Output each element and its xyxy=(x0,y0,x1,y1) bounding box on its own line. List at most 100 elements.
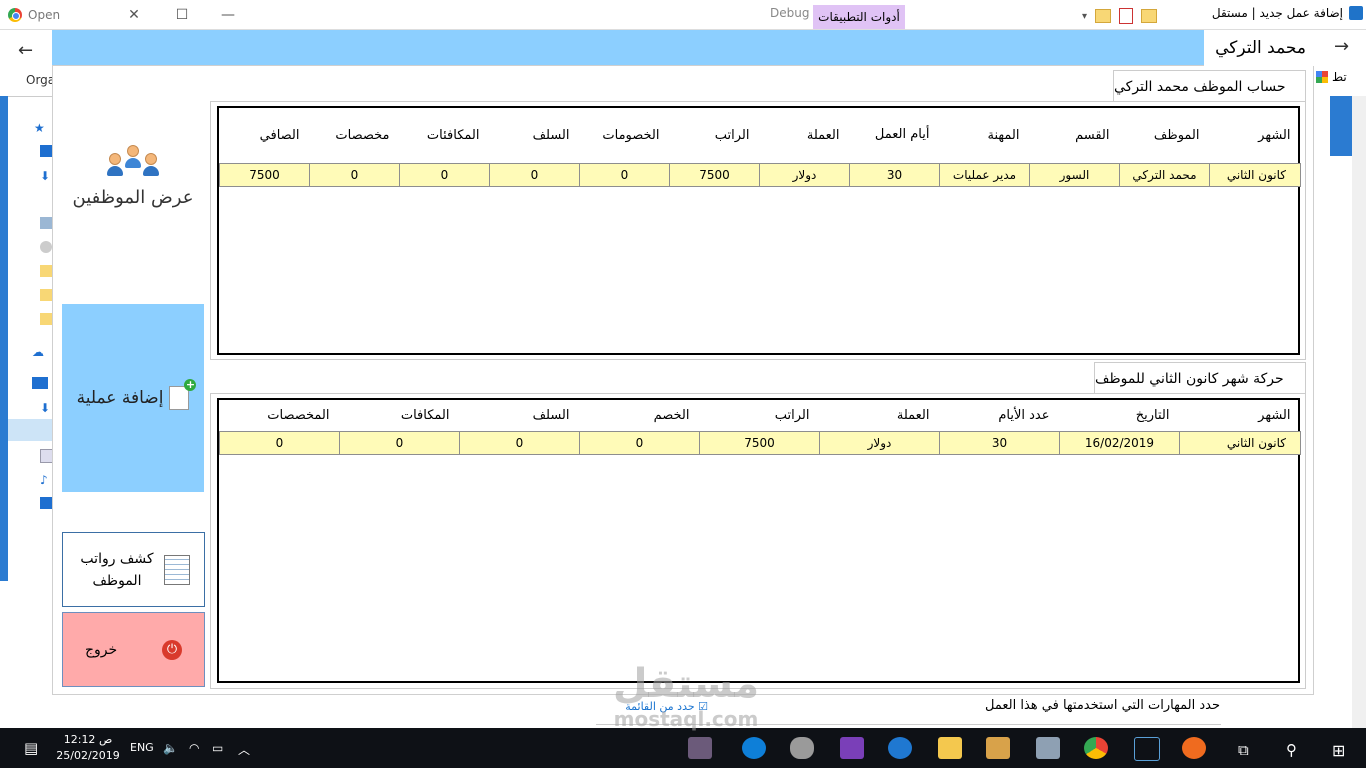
volume-icon[interactable]: 🔈 xyxy=(163,741,178,755)
close-icon[interactable]: ✕ xyxy=(122,4,146,26)
cell-currency[interactable]: دولار xyxy=(759,162,850,187)
edge-icon[interactable] xyxy=(888,737,912,759)
power-icon: ⏻ xyxy=(162,639,182,660)
minimize-icon[interactable]: — xyxy=(216,4,240,26)
col-deduction[interactable]: الخصم xyxy=(580,400,700,431)
cell-work-days[interactable]: 30 xyxy=(849,162,940,187)
col-rewards[interactable]: المكافات xyxy=(340,400,460,431)
forward-arrow-icon[interactable]: → xyxy=(1334,36,1349,57)
checklist-icon[interactable] xyxy=(1119,8,1134,24)
cell-currency[interactable]: دولار xyxy=(819,430,940,455)
cell-month[interactable]: كانون الثاني xyxy=(1179,430,1301,455)
cell-salary[interactable]: 7500 xyxy=(699,430,820,455)
cell-department[interactable]: السور xyxy=(1029,162,1120,187)
video-icon[interactable] xyxy=(40,497,52,509)
col-profession[interactable]: المهنة xyxy=(940,108,1030,163)
col-allowances[interactable]: المخصصات xyxy=(220,400,340,431)
cloud-icon[interactable]: ☁ xyxy=(32,345,44,359)
cell-net[interactable]: 7500 xyxy=(219,162,310,187)
cell-bonuses[interactable]: 0 xyxy=(399,162,490,187)
disk-icon[interactable] xyxy=(40,241,52,253)
col-date[interactable]: التاريخ xyxy=(1060,400,1180,431)
col-net[interactable]: الصافي xyxy=(220,108,310,163)
cell-allowances[interactable]: 0 xyxy=(309,162,400,187)
wifi-icon[interactable]: ◠ xyxy=(189,741,199,755)
table-row[interactable]: كانون الثاني محمد التركي السور مدير عملي… xyxy=(219,162,1301,187)
col-work-days[interactable]: أيام العمل xyxy=(850,108,940,163)
download-icon[interactable]: ⬇ xyxy=(40,169,52,183)
search-icon[interactable]: ⚲ xyxy=(1286,741,1297,759)
folder-icon[interactable] xyxy=(1141,9,1158,23)
folder-icon[interactable] xyxy=(40,313,52,325)
col-salary[interactable]: الراتب xyxy=(700,400,820,431)
account-grid[interactable]: الشهر الموظف القسم المهنة أيام العمل الع… xyxy=(217,106,1301,355)
col-bonuses[interactable]: المكافئات xyxy=(400,108,490,163)
app-tools-tab[interactable]: أدوات التطبيقات xyxy=(813,5,905,29)
col-allowances[interactable]: مخصصات xyxy=(310,108,400,163)
windows-start-icon[interactable]: ⊞ xyxy=(1332,741,1345,760)
language-indicator[interactable]: ENG xyxy=(130,741,154,754)
show-employees-button[interactable]: عرض الموظفين xyxy=(62,145,204,265)
col-currency[interactable]: العملة xyxy=(820,400,940,431)
cell-salary[interactable]: 7500 xyxy=(669,162,760,187)
file-explorer-icon[interactable] xyxy=(938,737,962,759)
database-icon[interactable] xyxy=(790,737,814,759)
cell-days-count[interactable]: 30 xyxy=(939,430,1060,455)
col-days-count[interactable]: عدد الأيام xyxy=(940,400,1060,431)
notifications-icon[interactable]: ▤ xyxy=(24,739,38,757)
nav-selected-row[interactable] xyxy=(8,419,54,441)
col-advances[interactable]: السلف xyxy=(490,108,580,163)
visual-studio-icon[interactable] xyxy=(840,737,864,759)
star-icon[interactable]: ★ xyxy=(34,121,46,135)
clock[interactable]: 12:12 ص 25/02/2019 xyxy=(54,732,122,764)
cell-advances[interactable]: 0 xyxy=(489,162,580,187)
col-salary[interactable]: الراتب xyxy=(670,108,760,163)
cell-profession[interactable]: مدير عمليات xyxy=(939,162,1030,187)
folder-icon[interactable] xyxy=(40,289,52,301)
movement-panel-title: حركة شهر كانون الثاني للموظف xyxy=(1094,362,1306,394)
firefox-icon[interactable] xyxy=(1182,737,1206,759)
exit-button[interactable]: خروج ⏻ xyxy=(62,612,205,687)
col-department[interactable]: القسم xyxy=(1030,108,1120,163)
cell-rewards[interactable]: 0 xyxy=(339,430,460,455)
chrome-icon[interactable] xyxy=(1084,737,1108,759)
maximize-icon[interactable]: ☐ xyxy=(170,4,194,26)
movement-grid[interactable]: الشهر التاريخ عدد الأيام العملة الراتب ا… xyxy=(217,398,1301,683)
computer-icon[interactable] xyxy=(32,377,48,389)
task-view-icon[interactable]: ⧉ xyxy=(1238,741,1249,759)
col-employee[interactable]: الموظف xyxy=(1120,108,1210,163)
desktop-icon[interactable] xyxy=(40,145,52,157)
folder-icon[interactable] xyxy=(1095,9,1112,23)
cell-advances[interactable]: 0 xyxy=(459,430,580,455)
dropdown-icon[interactable]: ▾ xyxy=(1082,11,1087,22)
tools-icon[interactable] xyxy=(986,737,1010,759)
page-scrollbar[interactable] xyxy=(1352,96,1366,731)
battery-icon[interactable]: ▭ xyxy=(212,741,223,755)
folder-icon[interactable] xyxy=(40,265,52,277)
organize-menu[interactable]: Orga xyxy=(26,73,55,87)
cell-allowances[interactable]: 0 xyxy=(219,430,340,455)
add-operation-button[interactable]: إضافة عملية xyxy=(62,304,204,492)
apps-grid-icon[interactable] xyxy=(1316,71,1328,83)
download-icon[interactable]: ⬇ xyxy=(40,401,52,415)
cell-deductions[interactable]: 0 xyxy=(579,162,670,187)
pictures-icon[interactable] xyxy=(40,217,52,229)
col-currency[interactable]: العملة xyxy=(760,108,850,163)
arabic-app-icon[interactable] xyxy=(1134,737,1160,761)
back-arrow-icon[interactable]: ← xyxy=(18,40,33,61)
cell-deduction[interactable]: 0 xyxy=(579,430,700,455)
col-deductions[interactable]: الخصومات xyxy=(580,108,670,163)
chrome-tab[interactable]: Open xyxy=(8,3,110,27)
cell-date[interactable]: 16/02/2019 xyxy=(1059,430,1180,455)
bookmarks-label[interactable]: تط xyxy=(1332,70,1347,84)
payroll-report-button[interactable]: كشف رواتب الموظف xyxy=(62,532,205,607)
table-row[interactable]: كانون الثاني 16/02/2019 30 دولار 7500 0 … xyxy=(219,430,1301,455)
cell-employee[interactable]: محمد التركي xyxy=(1119,162,1210,187)
chevron-up-icon[interactable]: ︿ xyxy=(238,741,250,758)
music-icon[interactable]: ♪ xyxy=(40,473,52,487)
cell-month[interactable]: كانون الثاني xyxy=(1209,162,1301,187)
photos-icon[interactable] xyxy=(1036,737,1060,759)
col-advances[interactable]: السلف xyxy=(460,400,580,431)
col-month[interactable]: الشهر xyxy=(1180,400,1301,431)
col-month[interactable]: الشهر xyxy=(1210,108,1301,163)
